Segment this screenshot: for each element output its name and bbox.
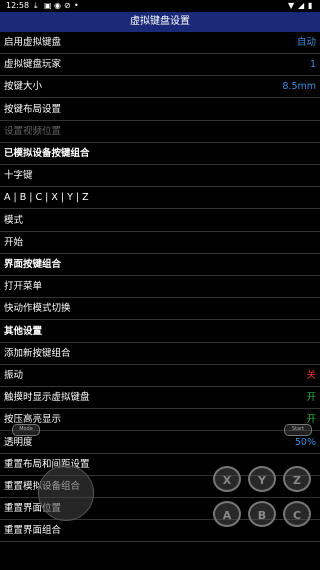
settings-row[interactable]: 按键大小 8.5mm [0, 76, 320, 99]
gamepad-button-c[interactable]: C [283, 501, 311, 527]
settings-row[interactable]: 添加新按键组合 [0, 343, 320, 365]
row-value: 关 [306, 370, 316, 381]
settings-row[interactable]: 透明度 50% [0, 432, 320, 454]
gamepad-button-x[interactable]: X [213, 466, 241, 492]
row-value: 开 [306, 392, 316, 404]
row-label: 界面按键组合 [4, 259, 62, 270]
row-label: 按键布局设置 [4, 103, 62, 115]
settings-row[interactable]: 快动作模式切换 [0, 298, 320, 321]
settings-row[interactable]: 十字键 [0, 165, 320, 188]
gamepad-button-b[interactable]: B [248, 501, 276, 527]
row-label: 快动作模式切换 [4, 303, 71, 315]
row-value: 1 [309, 59, 316, 71]
wifi-icon: ▼ [288, 1, 295, 10]
row-value: 自动 [296, 37, 316, 48]
settings-row[interactable]: 模式 [0, 210, 320, 232]
battery-icon: ▮ [308, 1, 313, 10]
row-value: 8.5mm [282, 81, 316, 93]
row-label: 其他设置 [4, 325, 43, 337]
row-label: 重置界面组合 [4, 525, 62, 537]
dot-icon: • [74, 1, 79, 10]
signal-icon: ◢ [298, 1, 305, 10]
mute-icon: ⊘ [64, 1, 71, 10]
row-label: 十字键 [4, 170, 33, 182]
record-icon: ◉ [54, 1, 61, 10]
download-icon: ⤓ [34, 1, 38, 10]
section-header: 界面按键组合 [0, 254, 320, 276]
status-bar: 12:58 ⤓ ▣ ◉ ⊘ • ▼ ◢ ▮ [0, 0, 320, 12]
status-time: 12:58 [6, 1, 30, 10]
row-label: 按键大小 [4, 81, 43, 93]
row-label: 已模拟设备按键组合 [4, 148, 90, 159]
row-label: 打开菜单 [4, 281, 43, 293]
notification-icon: ▣ [44, 1, 52, 10]
settings-row[interactable]: 按压高亮显示开 [0, 409, 320, 432]
settings-row[interactable]: 打开菜单 [0, 276, 320, 299]
row-label: 模式 [4, 214, 24, 226]
mode-pill-button[interactable]: Mode [12, 424, 40, 436]
row-label: 设置视频位置 [4, 125, 62, 137]
row-label: 开始 [4, 236, 24, 248]
gamepad-button-a[interactable]: A [213, 501, 241, 527]
gamepad-button-y[interactable]: Y [248, 466, 276, 492]
settings-row[interactable]: 按键布局设置 [0, 99, 320, 121]
settings-row[interactable]: 振动 关 [0, 365, 320, 387]
row-label: 振动 [4, 370, 24, 381]
settings-row[interactable]: 开始 [0, 232, 320, 254]
settings-row[interactable]: 重置界面组合 [0, 520, 320, 543]
settings-row[interactable]: A | B | C | X | Y | Z [0, 187, 320, 210]
row-label: 添加新按键组合 [4, 347, 71, 359]
settings-row[interactable]: 虚拟键盘玩家 1 [0, 54, 320, 77]
settings-row[interactable]: 启用虚拟键盘 自动 [0, 32, 320, 54]
section-header: 已模拟设备按键组合 [0, 143, 320, 165]
gamepad-button-z[interactable]: Z [283, 466, 311, 492]
section-header: 其他设置 [0, 321, 320, 343]
settings-row[interactable]: 触摸时显示虚拟键盘 开 [0, 387, 320, 410]
row-label: 触摸时显示虚拟键盘 [4, 392, 90, 404]
row-label: 启用虚拟键盘 [4, 37, 62, 48]
page-title: 虚拟键盘设置 [130, 16, 190, 27]
app-bar: 虚拟键盘设置 [0, 12, 320, 32]
start-pill-button[interactable]: Start [284, 424, 312, 436]
dpad-joystick[interactable] [38, 465, 94, 521]
row-label: A | B | C | X | Y | Z [4, 192, 89, 204]
row-label: 虚拟键盘玩家 [4, 59, 62, 71]
settings-row: 设置视频位置 [0, 121, 320, 143]
